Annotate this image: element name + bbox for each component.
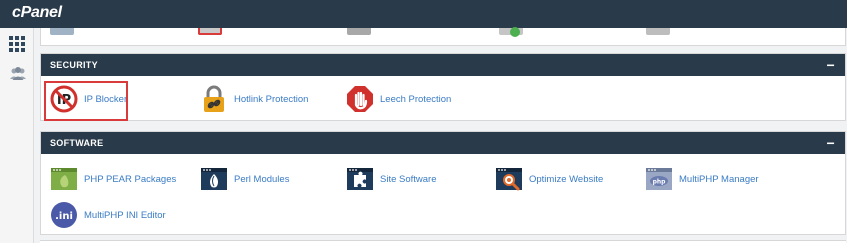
item-label: Optimize Website xyxy=(529,173,604,185)
pear-icon xyxy=(51,168,77,190)
item-label: MultiPHP Manager xyxy=(679,173,759,185)
top-bar: cPanel xyxy=(0,0,847,28)
item-label: Leech Protection xyxy=(380,93,452,105)
left-sidebar xyxy=(0,28,34,243)
item-label: IP Blocker xyxy=(84,93,128,105)
ini-file-icon: .ini xyxy=(51,202,77,228)
partial-icon xyxy=(50,28,74,35)
stop-hand-icon xyxy=(347,86,373,112)
php-window-icon: php xyxy=(646,168,672,190)
software-panel: SOFTWARE − PHP PEAR Packages Perl Module… xyxy=(40,131,846,235)
site-software-link[interactable]: Site Software xyxy=(346,164,437,194)
multiphp-ini-editor-link[interactable]: .ini MultiPHP INI Editor xyxy=(50,200,166,230)
collapse-icon[interactable]: − xyxy=(827,57,835,73)
previous-panel-fragment xyxy=(40,27,846,46)
puzzle-icon xyxy=(347,168,373,190)
leech-protection-link[interactable]: Leech Protection xyxy=(346,84,451,114)
svg-text:php: php xyxy=(653,179,667,186)
item-label: Perl Modules xyxy=(234,173,290,185)
item-label: Hotlink Protection xyxy=(234,93,309,105)
item-label: MultiPHP INI Editor xyxy=(84,209,166,221)
partial-icon xyxy=(646,28,670,35)
magnifier-icon xyxy=(496,168,522,191)
php-pear-packages-link[interactable]: PHP PEAR Packages xyxy=(50,164,176,194)
ip-blocker-icon: IP xyxy=(50,85,78,113)
software-panel-header[interactable]: SOFTWARE − xyxy=(41,132,845,154)
partial-icon xyxy=(198,28,222,35)
item-label: PHP PEAR Packages xyxy=(84,173,177,185)
partial-icon xyxy=(499,27,523,37)
item-label: Site Software xyxy=(380,173,437,185)
optimize-website-link[interactable]: Optimize Website xyxy=(495,164,603,194)
home-grid-icon[interactable] xyxy=(9,36,27,52)
svg-text:.ini: .ini xyxy=(55,211,73,222)
perl-onion-icon xyxy=(201,168,227,190)
security-panel: SECURITY − IP IP Blocker Hotlink Protect… xyxy=(40,53,846,121)
cpanel-logo[interactable]: cPanel xyxy=(12,4,62,22)
users-icon[interactable] xyxy=(9,66,27,82)
security-panel-header[interactable]: SECURITY − xyxy=(41,54,845,76)
multiphp-manager-link[interactable]: php MultiPHP Manager xyxy=(645,164,759,194)
partial-icon xyxy=(347,28,371,35)
perl-modules-link[interactable]: Perl Modules xyxy=(200,164,289,194)
collapse-icon[interactable]: − xyxy=(827,135,835,151)
padlock-link-icon xyxy=(204,85,224,112)
ip-blocker-link[interactable]: IP IP Blocker xyxy=(50,84,127,114)
panel-title: SOFTWARE xyxy=(50,138,104,148)
hotlink-protection-link[interactable]: Hotlink Protection xyxy=(200,84,308,114)
panel-title: SECURITY xyxy=(50,60,98,70)
